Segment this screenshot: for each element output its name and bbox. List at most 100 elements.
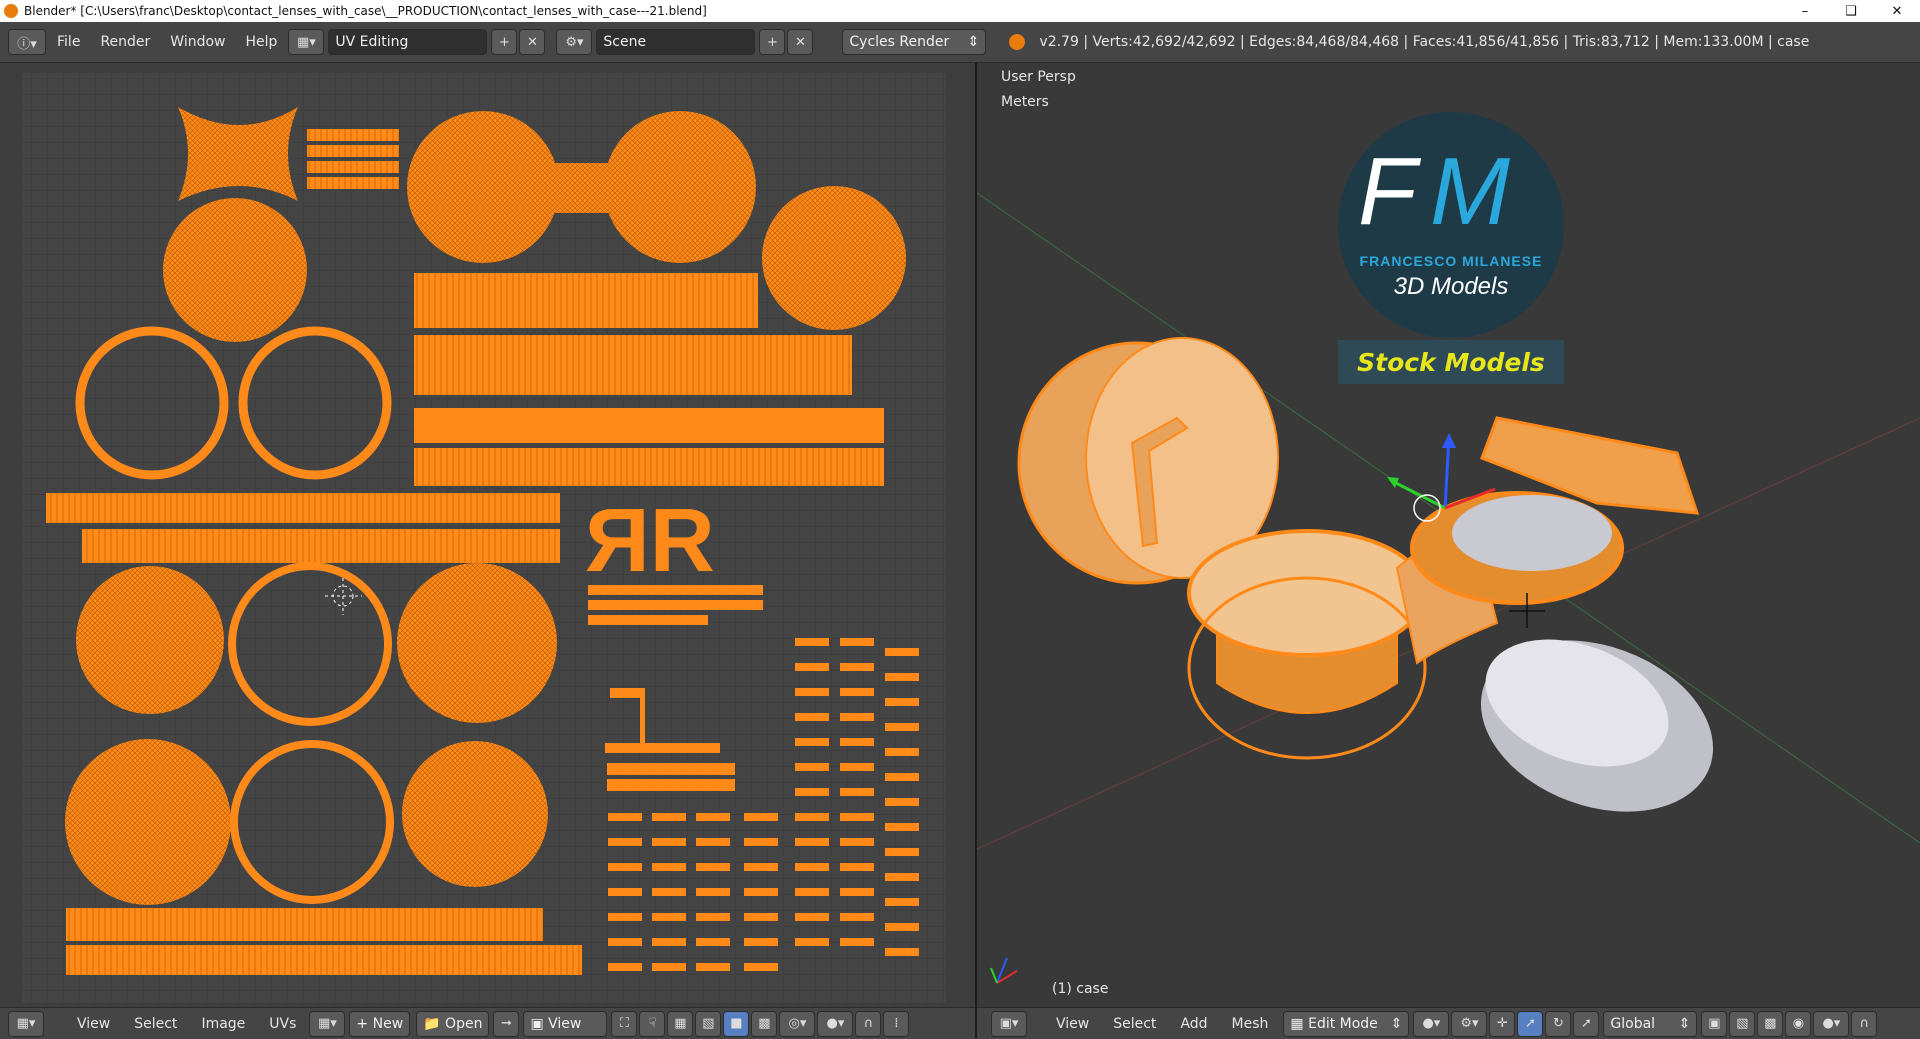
menu-file[interactable]: File — [47, 29, 90, 55]
uv-island-band — [46, 493, 560, 523]
info-editor-type-icon[interactable]: ⓘ▾ — [8, 29, 46, 55]
uv-editor-panel[interactable]: ЯR — [0, 63, 975, 1007]
add-layout-icon[interactable]: + — [491, 29, 518, 55]
mode-dropdown[interactable]: ▦ Edit Mode ⇕ — [1283, 1010, 1410, 1037]
rotate-icon[interactable]: ↻ — [1545, 1010, 1572, 1037]
uv-island-disc — [397, 563, 557, 723]
snap-mode-icon[interactable]: ⁞ — [883, 1010, 910, 1037]
view-mode-label: View — [548, 1015, 582, 1032]
uv-sync-icon[interactable]: ⛶ — [611, 1010, 638, 1037]
uv-menu-image[interactable]: Image — [189, 1016, 257, 1032]
stock-models-banner: Stock Models — [1338, 340, 1564, 384]
uv-island-band — [82, 529, 560, 563]
uv-island-letters: ЯR — [585, 491, 715, 591]
new-image-button[interactable]: + New — [349, 1010, 411, 1037]
new-image-label: New — [372, 1015, 404, 1032]
open-image-button[interactable]: 📁 Open — [416, 1010, 490, 1037]
occlusion-icon[interactable]: ◉ — [1785, 1010, 1812, 1037]
uv-island-band — [414, 408, 884, 443]
orientation-dropdown[interactable]: Global ⇕ — [1603, 1010, 1698, 1037]
minimize-icon[interactable]: – — [1782, 0, 1828, 22]
uv-select-icon[interactable]: ☟ — [639, 1010, 666, 1037]
pivot-point-icon[interactable]: ⚙▾ — [1451, 1010, 1488, 1037]
scale-icon[interactable]: ➚ — [1573, 1010, 1600, 1037]
uv-island-disc — [76, 566, 224, 714]
scene-icon[interactable]: ⚙▾ — [556, 29, 593, 55]
proportional-edit-icon[interactable]: ●▾ — [1813, 1010, 1850, 1037]
image-browse-icon[interactable]: ▦▾ — [309, 1010, 346, 1037]
uv-island-strip — [307, 161, 399, 173]
face-select-icon[interactable]: ■ — [723, 1010, 750, 1037]
snap-icon[interactable]: ∩ — [1851, 1010, 1878, 1037]
edit-mode-icon: ▦ — [1290, 1015, 1309, 1032]
logo-m-letter: M — [1430, 138, 1510, 245]
uv-menu-select[interactable]: Select — [122, 1016, 189, 1032]
edge-select-icon[interactable]: ▧ — [695, 1010, 722, 1037]
menu-render[interactable]: Render — [90, 29, 160, 55]
uv-island-band — [66, 945, 582, 975]
restore-icon[interactable]: ❑ — [1828, 0, 1874, 22]
uv-island-strip — [607, 779, 735, 791]
translate-icon[interactable]: ➚ — [1517, 1010, 1544, 1037]
uv-editor-type-icon[interactable]: ▦▾ — [8, 1010, 44, 1037]
uv-menu-uvs[interactable]: UVs — [257, 1016, 308, 1032]
snap-icon[interactable]: ∩ — [855, 1010, 882, 1037]
uv-island-strip — [588, 585, 763, 595]
vertex-select-icon[interactable]: ▦ — [667, 1010, 694, 1037]
uv-island-band — [414, 448, 884, 486]
uv-menu-view[interactable]: View — [65, 1016, 122, 1032]
chevron-updown-icon: ⇕ — [1678, 1015, 1691, 1032]
remove-scene-icon[interactable]: ✕ — [787, 29, 814, 55]
uv-island-strip — [588, 615, 708, 625]
viewport-menu-mesh[interactable]: Mesh — [1220, 1016, 1281, 1032]
logo-f-letter: F — [1358, 138, 1422, 245]
screen-layout-icon[interactable]: ▦▾ — [288, 29, 325, 55]
close-icon[interactable]: ✕ — [1874, 0, 1920, 22]
logo-tagline: 3D Models — [1394, 273, 1509, 300]
proportional-edit-icon[interactable]: ●▾ — [817, 1010, 854, 1037]
screen-layout-field[interactable]: UV Editing — [328, 29, 488, 55]
manipulator-icon[interactable]: ✛ — [1489, 1010, 1516, 1037]
view-mode-dropdown[interactable]: ▣ View — [523, 1010, 608, 1037]
scene-field[interactable]: Scene — [596, 29, 756, 55]
chevron-updown-icon: ⇕ — [967, 34, 980, 50]
units-label: Meters — [1001, 94, 1049, 110]
image-icon: ▣ — [530, 1015, 549, 1032]
pin-icon[interactable]: ➞ — [493, 1010, 520, 1037]
face-mode-icon[interactable]: ▩ — [1757, 1010, 1784, 1037]
uv-island-band — [66, 908, 543, 941]
uv-island-disc — [762, 186, 906, 330]
plus-icon: + — [356, 1015, 373, 1032]
uv-island-disc — [163, 198, 307, 342]
orientation-label: Global — [1610, 1015, 1656, 1032]
vertex-mode-icon[interactable]: ▣ — [1701, 1010, 1728, 1037]
folder-icon: 📁 — [423, 1015, 446, 1032]
uv-island-strip — [307, 177, 399, 189]
menu-window[interactable]: Window — [160, 29, 235, 55]
uv-island-bridge — [540, 163, 630, 213]
uv-island-disc — [402, 741, 548, 887]
edge-mode-icon[interactable]: ▧ — [1729, 1010, 1756, 1037]
pivot-icon[interactable]: ◎▾ — [779, 1010, 816, 1037]
remove-layout-icon[interactable]: ✕ — [519, 29, 546, 55]
viewport-menu-select[interactable]: Select — [1101, 1016, 1168, 1032]
francesco-milanese-logo: F M FRANCESCO MILANESE 3D Models — [1338, 112, 1564, 338]
shading-icon[interactable]: ●▾ — [1413, 1010, 1450, 1037]
menu-help[interactable]: Help — [235, 29, 287, 55]
logo-brand-text: FRANCESCO MILANESE — [1360, 253, 1543, 269]
viewport-editor-type-icon[interactable]: ▣▾ — [991, 1010, 1027, 1037]
chevron-updown-icon: ⇕ — [1390, 1015, 1403, 1032]
contact-lens-case-mesh[interactable] — [1017, 337, 1737, 842]
island-select-icon[interactable]: ▩ — [751, 1010, 778, 1037]
3d-viewport-header: ▣▾ View Select Add Mesh ▦ Edit Mode ⇕ ●▾… — [977, 1007, 1920, 1039]
mode-label: Edit Mode — [1308, 1015, 1378, 1032]
uv-island-disc — [407, 111, 559, 263]
uv-island-disc — [65, 739, 231, 905]
uv-island-strip — [588, 600, 763, 610]
uv-island-strip — [307, 145, 399, 157]
viewport-menu-add[interactable]: Add — [1168, 1016, 1219, 1032]
uv-layout-canvas[interactable]: ЯR — [0, 63, 975, 1007]
add-scene-icon[interactable]: + — [759, 29, 786, 55]
viewport-menu-view[interactable]: View — [1044, 1016, 1101, 1032]
render-engine-dropdown[interactable]: Cycles Render ⇕ — [842, 29, 987, 55]
